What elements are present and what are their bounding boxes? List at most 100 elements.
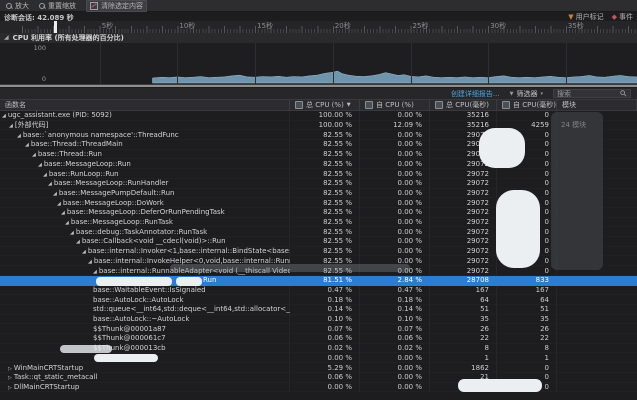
table-row[interactable]: ◢base::debug::TaskAnnotator::RunTask82.5… <box>0 227 637 237</box>
report-actions-row: 创建详细报告... ▼ 筛选器 ▾ 搜索 <box>0 88 637 99</box>
filter-dropdown[interactable]: ▼ 筛选器 ▾ <box>510 89 543 99</box>
table-row[interactable]: base::WaitableEvent::IsSignaled0.47 %0.4… <box>0 286 637 296</box>
function-name: Run <box>203 276 216 284</box>
function-name: base::MessageLoop::DoWork <box>63 199 164 207</box>
table-row[interactable]: ◢base::MessageLoop::RunHandler82.55 %0.0… <box>0 179 637 189</box>
total-pct-value: 5.29 % <box>290 364 360 372</box>
self-pct-value: 12.09 % <box>360 121 430 129</box>
function-name: base::RunLoop::Run <box>49 170 119 178</box>
table-row[interactable]: ◢base::MessageLoop::DeferOrRunPendingTas… <box>0 208 637 218</box>
column-header-cpu-4[interactable]: 自 CPU(毫秒) <box>497 100 557 110</box>
expand-open-icon[interactable]: ◢ <box>2 113 6 119</box>
expand-open-icon[interactable]: ◢ <box>65 220 69 226</box>
panel-expand-icon: ◢ <box>4 35 9 41</box>
zoom-in-icon <box>6 3 12 9</box>
table-row[interactable]: base::AutoLock::AutoLock0.18 %0.18 %6464 <box>0 295 637 305</box>
expand-closed-icon[interactable]: ▷ <box>8 375 12 381</box>
column-header-function-name[interactable]: 函数名 <box>0 100 290 110</box>
table-row[interactable]: ◢base::Thread::Run82.55 %0.00 %290720 <box>0 150 637 160</box>
create-detailed-report-link[interactable]: 创建详细报告... <box>451 89 500 99</box>
expand-open-icon[interactable]: ◢ <box>53 191 57 197</box>
table-row[interactable]: std::queue<__int64,std::deque<__int64,st… <box>0 305 637 315</box>
expand-open-icon[interactable]: ◢ <box>57 201 61 207</box>
self-pct-value: 0.00 % <box>360 208 430 216</box>
total-pct-value: 0.06 % <box>290 373 360 381</box>
self-pct-value: 0.00 % <box>360 354 430 362</box>
self-ms-value: 0 <box>497 179 557 187</box>
clear-selection-button[interactable]: 清除选定内容 <box>86 0 147 12</box>
redaction-blob <box>496 190 540 268</box>
self-pct-value: 0.00 % <box>360 237 430 245</box>
table-row[interactable]: base::AutoLock::~AutoLock0.10 %0.10 %353… <box>0 315 637 325</box>
self-pct-value: 0.00 % <box>360 247 430 255</box>
table-row[interactable]: ◢base::MessageLoop::Run82.55 %0.00 %2907… <box>0 160 637 170</box>
table-row[interactable]: ◢[外部代码]100.00 %12.09 %35216425924 模块 <box>0 121 637 131</box>
timeline-marker[interactable] <box>54 21 57 33</box>
table-row[interactable]: ◢base::internal::Invoker<1,base::interna… <box>0 247 637 257</box>
ruler-tick-label: 10秒 <box>179 21 195 31</box>
column-header-cpu-1[interactable]: 总 CPU (%)▼ <box>290 100 360 110</box>
total-ms-value: 26 <box>430 325 497 333</box>
expand-open-icon[interactable]: ◢ <box>43 172 47 178</box>
expand-open-icon[interactable]: ◢ <box>32 152 36 158</box>
expand-open-icon[interactable]: ◢ <box>17 133 21 139</box>
function-name: ugc_assistant.exe (PID: 5092) <box>8 111 112 119</box>
table-row[interactable]: ▷WinMainCRTStartup5.29 %0.00 %18620 <box>0 363 637 373</box>
zoom-reset-button[interactable]: 重置缩放 <box>39 1 76 11</box>
ruler-tick-label: 25秒 <box>413 21 429 31</box>
table-row[interactable]: ◢base::MessageLoop::RunTask82.55 %0.00 %… <box>0 218 637 228</box>
table-row[interactable]: ▷Task::qt_static_metacall0.06 %0.00 %210 <box>0 373 637 383</box>
graph-scroll-strip[interactable] <box>0 85 637 87</box>
function-name: base::AutoLock::~AutoLock <box>93 315 189 323</box>
zoom-reset-label: 重置缩放 <box>48 1 76 11</box>
function-name: base::Thread::Run <box>38 150 102 158</box>
redaction-blob <box>479 128 525 168</box>
total-pct-value: 0.07 % <box>290 325 360 333</box>
table-row[interactable]: ◢base::MessagePumpDefault::Run82.55 %0.0… <box>0 189 637 199</box>
zoom-reset-icon <box>39 3 45 9</box>
expand-open-icon[interactable]: ◢ <box>61 210 65 216</box>
table-row[interactable]: ◢base::`anonymous namespace'::ThreadFunc… <box>0 130 637 140</box>
table-row[interactable]: $$Thunk@000061c70.06 %0.06 %2222 <box>0 334 637 344</box>
self-ms-value: 22 <box>497 334 557 342</box>
table-row[interactable]: $$Thunk@00001a870.07 %0.07 %2626 <box>0 324 637 334</box>
column-header-cpu-3[interactable]: 总 CPU(毫秒) <box>430 100 497 110</box>
table-row[interactable]: ◢base::Callback<void __cdecl(void)>::Run… <box>0 237 637 247</box>
expand-open-icon[interactable]: ◢ <box>38 162 42 168</box>
column-header-cpu-2[interactable]: 自 CPU (%) <box>360 100 430 110</box>
expand-open-icon[interactable]: ◢ <box>76 239 80 245</box>
self-pct-value: 0.00 % <box>360 364 430 372</box>
expand-open-icon[interactable]: ◢ <box>88 259 92 265</box>
expand-closed-icon[interactable]: ▷ <box>8 385 12 391</box>
total-ms-value: 29072 <box>430 208 497 216</box>
table-row[interactable]: ◢base::MessageLoop::DoWork82.55 %0.00 %2… <box>0 198 637 208</box>
graph-gridline <box>411 43 412 84</box>
zoom-in-button[interactable]: 放大 <box>6 1 29 11</box>
expand-open-icon[interactable]: ◢ <box>70 230 74 236</box>
search-input[interactable]: 搜索 <box>553 89 631 98</box>
total-ms-value: 29072 <box>430 199 497 207</box>
function-name: base::MessageLoop::RunHandler <box>54 179 169 187</box>
self-ms-value: 833 <box>497 276 557 284</box>
graph-gridline <box>333 43 334 84</box>
redaction-blob <box>60 345 112 353</box>
expand-open-icon[interactable]: ◢ <box>25 142 29 148</box>
table-row[interactable]: ◢base::RunLoop::Run82.55 %0.00 %290720 <box>0 169 637 179</box>
function-name: Task::qt_static_metacall <box>14 373 97 381</box>
expand-open-icon[interactable]: ◢ <box>9 123 13 129</box>
column-header-module[interactable]: 模块 <box>557 100 637 110</box>
self-pct-value: 0.00 % <box>360 383 430 391</box>
total-ms-value: 29072 <box>430 237 497 245</box>
expand-open-icon[interactable]: ◢ <box>93 269 97 275</box>
self-pct-value: 0.47 % <box>360 286 430 294</box>
expand-open-icon[interactable]: ◢ <box>82 249 86 255</box>
cpu-graph-panel-header[interactable]: ◢ CPU 利用率 (所有处理器的百分比) <box>0 33 637 43</box>
cpu-utilization-graph[interactable]: 100 0 <box>0 43 637 85</box>
expand-closed-icon[interactable]: ▷ <box>8 366 12 372</box>
table-row[interactable]: ◢base::Thread::ThreadMain82.55 %0.00 %29… <box>0 140 637 150</box>
total-ms-value: 1862 <box>430 364 497 372</box>
total-ms-value: 29072 <box>430 267 497 275</box>
function-name: base::Callback<void __cdecl(void)>::Run <box>82 237 226 245</box>
expand-open-icon[interactable]: ◢ <box>48 181 52 187</box>
self-ms-value: 1 <box>497 354 557 362</box>
